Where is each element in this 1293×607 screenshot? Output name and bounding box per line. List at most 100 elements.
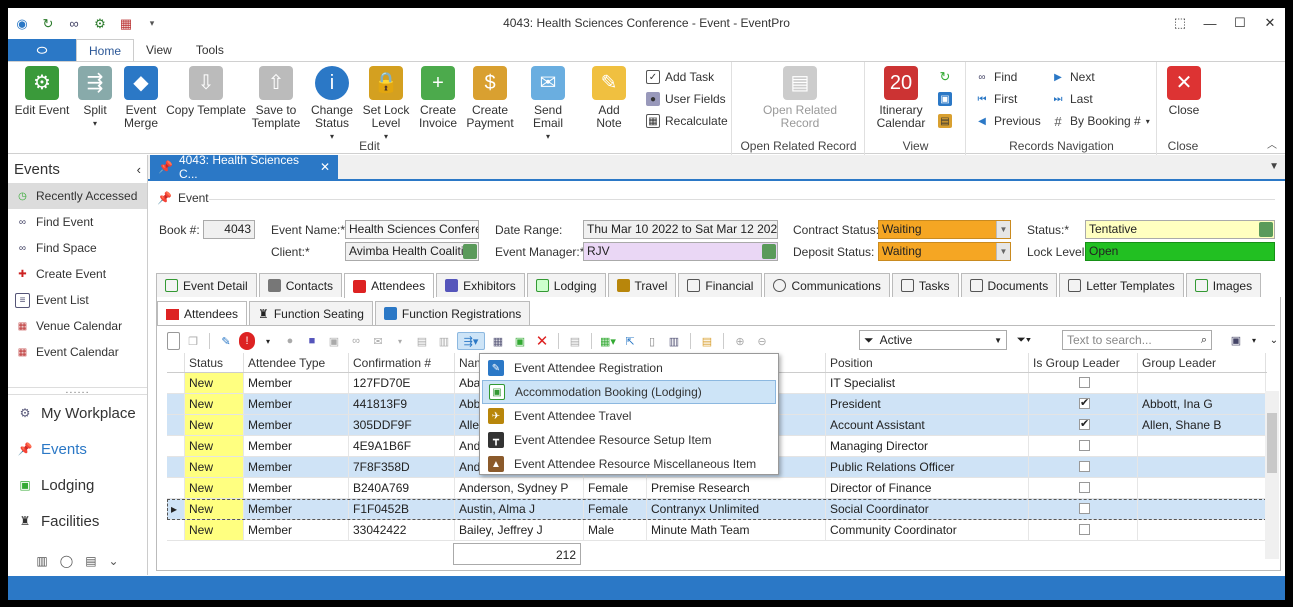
save-layout-dropdown-icon[interactable]: ▾ bbox=[1245, 331, 1263, 349]
cell-position[interactable]: IT Specialist bbox=[826, 373, 1029, 393]
tab-images[interactable]: Images bbox=[1185, 273, 1262, 297]
group-leader-checkbox[interactable] bbox=[1079, 396, 1090, 409]
find-button[interactable]: ∞ Find bbox=[975, 68, 1017, 86]
clipboard-button[interactable]: ▤ bbox=[938, 112, 952, 130]
col-position[interactable]: Position bbox=[826, 353, 1029, 372]
cell-attendee-type[interactable]: Member bbox=[244, 457, 349, 477]
last-button[interactable]: ⏭ Last bbox=[1051, 90, 1093, 108]
status-field[interactable]: Tentative bbox=[1085, 220, 1275, 239]
table-row[interactable]: ▸ New Member F1F0452B Austin, Alma J Female Co… bbox=[167, 499, 1267, 520]
open-related-record-button[interactable]: ▤ Open Related Record bbox=[757, 66, 843, 130]
cell-group-leader[interactable] bbox=[1138, 457, 1266, 477]
restore-ribbon-icon[interactable]: ⬚ bbox=[1165, 8, 1195, 38]
close-window-button[interactable]: ✕ bbox=[1255, 8, 1285, 38]
tab-tools[interactable]: Tools bbox=[184, 39, 236, 61]
create-invoice-button[interactable]: + Create Invoice bbox=[416, 66, 460, 130]
save-to-template-button[interactable]: ⇧ Save to Template bbox=[250, 66, 302, 130]
menu-item-event-attendee-travel[interactable]: ✈ Event Attendee Travel bbox=[482, 404, 776, 428]
filter-select[interactable]: ⏷ Active ▼ bbox=[859, 330, 1007, 350]
scrollbar-thumb[interactable] bbox=[1267, 413, 1277, 473]
clipboard-icon[interactable]: ▤ bbox=[85, 554, 96, 568]
cell-is-group-leader[interactable] bbox=[1029, 499, 1138, 519]
menu-item-event-attendee-registration[interactable]: ✎ Event Attendee Registration bbox=[482, 356, 776, 380]
add-task-button[interactable]: ✓ Add Task bbox=[646, 68, 714, 86]
related-items-icon[interactable]: ⇶▾ bbox=[457, 332, 485, 350]
nav-item-venue-calendar[interactable]: ▦ Venue Calendar bbox=[8, 313, 147, 339]
nav-item-find-event[interactable]: ∞ Find Event bbox=[8, 209, 147, 235]
create-payment-button[interactable]: $ Create Payment bbox=[466, 66, 514, 130]
nav-item-event-list[interactable]: ≡ Event List bbox=[8, 287, 147, 313]
cell-position[interactable]: Social Coordinator bbox=[826, 499, 1029, 519]
cell-gender[interactable]: Female bbox=[584, 478, 647, 498]
email-icon[interactable]: ✉ bbox=[369, 332, 387, 350]
cell-confirmation[interactable]: 127FD70E bbox=[349, 373, 455, 393]
cell-group-leader[interactable]: Abbott, Ina G bbox=[1138, 394, 1266, 414]
cell-attendee-type[interactable]: Member bbox=[244, 394, 349, 414]
row-indicator[interactable] bbox=[167, 520, 185, 540]
first-button[interactable]: ⏮ First bbox=[975, 90, 1018, 108]
col-group-leader[interactable]: Group Leader bbox=[1138, 353, 1266, 372]
event-manager-field[interactable]: RJV bbox=[583, 242, 778, 261]
row-indicator[interactable] bbox=[167, 415, 185, 435]
report-icon[interactable]: ▤ bbox=[566, 332, 584, 350]
module-my-workplace[interactable]: ⚙ My Workplace bbox=[8, 395, 147, 431]
minimize-button[interactable]: — bbox=[1195, 8, 1225, 38]
columns-icon[interactable]: ▥ bbox=[665, 332, 683, 350]
file-tab[interactable]: ⬭ bbox=[8, 39, 76, 61]
event-name-field[interactable]: Health Sciences Conferenc bbox=[345, 220, 479, 239]
row-indicator[interactable] bbox=[167, 478, 185, 498]
lookup-icon[interactable] bbox=[1259, 222, 1273, 237]
tab-contacts[interactable]: Contacts bbox=[258, 273, 343, 297]
previous-button[interactable]: ◀ Previous bbox=[975, 112, 1041, 130]
edit-icon[interactable]: ✎ bbox=[217, 332, 235, 350]
doc-tabs-dropdown-icon[interactable]: ▼ bbox=[1269, 161, 1279, 172]
cell-confirmation[interactable]: 305DDF9F bbox=[349, 415, 455, 435]
collapse-nav-icon[interactable]: ‹ bbox=[137, 162, 141, 177]
contract-status-select[interactable]: Waiting ▼ bbox=[878, 220, 1011, 239]
next-button[interactable]: ▶ Next bbox=[1051, 68, 1095, 86]
building-icon[interactable]: ▥ bbox=[36, 554, 47, 568]
table-row[interactable]: New Member B240A769 Anderson, Sydney P Femal… bbox=[167, 478, 1267, 499]
filter-options-icon[interactable]: ⏷▾ bbox=[1015, 331, 1033, 349]
splitter-handle[interactable]: ...... bbox=[8, 385, 147, 396]
collapse-ribbon-icon[interactable]: ︿ bbox=[1267, 136, 1277, 151]
link-icon[interactable]: ∞ bbox=[347, 332, 365, 350]
lookup-icon[interactable] bbox=[463, 244, 477, 259]
col-attendee-type[interactable]: Attendee Type bbox=[244, 353, 349, 372]
tab-attendees[interactable]: Attendees bbox=[344, 273, 435, 298]
module-events[interactable]: 📌 Events bbox=[8, 431, 147, 467]
search-input[interactable]: Text to search... bbox=[1062, 330, 1212, 350]
tab-travel[interactable]: Travel bbox=[607, 273, 677, 297]
cell-group-leader[interactable] bbox=[1138, 373, 1266, 393]
split-button[interactable]: ⇶ Split ▾ bbox=[74, 66, 116, 130]
toolbar-overflow-icon[interactable]: ⌄ bbox=[1265, 331, 1283, 349]
table-icon[interactable]: ▦ bbox=[489, 332, 507, 350]
close-button[interactable]: ✕ Close bbox=[1166, 66, 1202, 117]
deposit-status-select[interactable]: Waiting ▼ bbox=[878, 242, 1011, 261]
page-icon[interactable]: ▯ bbox=[643, 332, 661, 350]
set-lock-level-button[interactable]: 🔒 Set Lock Level ▾ bbox=[362, 66, 410, 143]
cell-attendee-type[interactable]: Member bbox=[244, 520, 349, 540]
nav-item-event-calendar[interactable]: ▦ Event Calendar bbox=[8, 339, 147, 365]
change-status-button[interactable]: i Change Status ▾ bbox=[308, 66, 356, 143]
cell-group-leader[interactable] bbox=[1138, 520, 1266, 540]
info-icon[interactable]: ! bbox=[239, 332, 255, 350]
clipboard-icon[interactable]: ▤ bbox=[698, 332, 716, 350]
cell-group-leader[interactable] bbox=[1138, 478, 1266, 498]
print-icon[interactable]: ▤ bbox=[413, 332, 431, 350]
tab-letter-templates[interactable]: Letter Templates bbox=[1059, 273, 1184, 297]
recalculate-button[interactable]: ▦ Recalculate bbox=[646, 112, 728, 130]
client-field[interactable]: Avimba Health Coaliti... bbox=[345, 242, 479, 261]
cell-is-group-leader[interactable] bbox=[1029, 415, 1138, 435]
cell-position[interactable]: Public Relations Officer bbox=[826, 457, 1029, 477]
cell-attendee-type[interactable]: Member bbox=[244, 373, 349, 393]
group-leader-checkbox[interactable] bbox=[1079, 377, 1090, 388]
person-icon[interactable]: ● bbox=[281, 332, 299, 350]
row-indicator[interactable] bbox=[167, 457, 185, 477]
nav-item-recently-accessed[interactable]: ◷ Recently Accessed bbox=[8, 183, 147, 209]
send-email-button[interactable]: ✉ Send Email ▾ bbox=[520, 66, 576, 143]
email-dropdown-icon[interactable]: ▾ bbox=[391, 332, 409, 350]
cell-is-group-leader[interactable] bbox=[1029, 478, 1138, 498]
subtab-function-seating[interactable]: ♜ Function Seating bbox=[249, 301, 373, 325]
cell-confirmation[interactable]: 33042422 bbox=[349, 520, 455, 540]
